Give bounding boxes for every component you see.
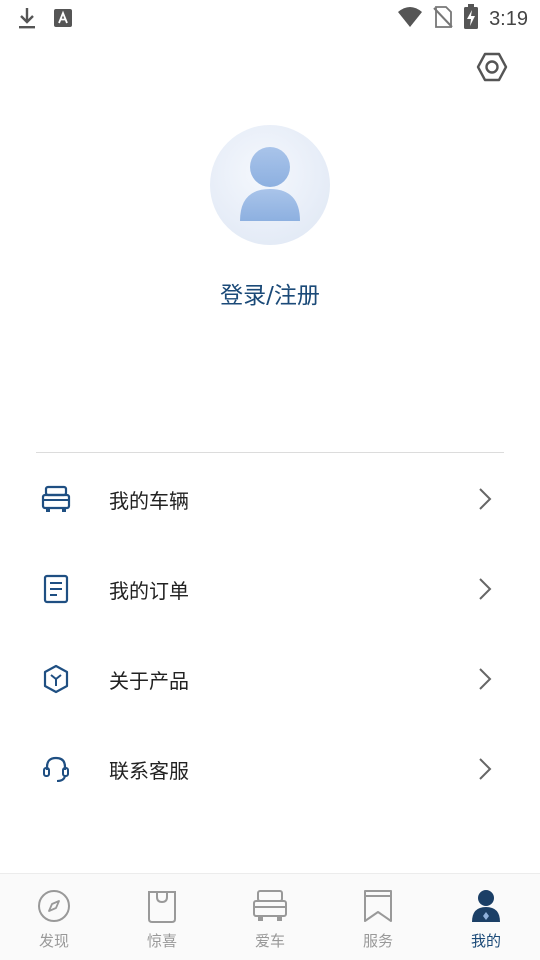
menu-item-label: 我的订单 xyxy=(109,578,189,603)
order-document-icon xyxy=(38,571,74,607)
menu-item-label: 我的车辆 xyxy=(109,488,189,513)
bookmark-icon xyxy=(360,888,396,924)
chevron-right-icon xyxy=(474,755,496,783)
vehicle-icon xyxy=(38,481,74,517)
headset-icon xyxy=(38,751,74,787)
product-cube-icon xyxy=(38,661,74,697)
chevron-right-icon xyxy=(474,575,496,603)
tab-mine[interactable]: 我的 xyxy=(432,874,540,960)
person-icon xyxy=(468,888,504,924)
tab-service[interactable]: 服务 xyxy=(324,874,432,960)
tab-surprise[interactable]: 惊喜 xyxy=(108,874,216,960)
divider xyxy=(36,452,504,453)
text-a-icon xyxy=(54,9,72,31)
menu-item-label: 联系客服 xyxy=(109,758,189,783)
avatar[interactable] xyxy=(210,125,330,245)
no-sim-icon xyxy=(433,5,453,33)
tab-my-car[interactable]: 爱车 xyxy=(216,874,324,960)
chevron-right-icon xyxy=(474,485,496,513)
tab-label: 爱车 xyxy=(254,932,285,950)
compass-icon xyxy=(36,888,72,924)
menu-item-label: 关于产品 xyxy=(109,668,189,693)
download-icon xyxy=(16,6,38,34)
status-bar: 3:19 xyxy=(0,0,540,36)
tab-label: 我的 xyxy=(470,932,501,950)
user-avatar-icon xyxy=(240,147,300,221)
menu-item-contact-support[interactable]: 联系客服 xyxy=(0,724,540,814)
menu-item-about-product[interactable]: 关于产品 xyxy=(0,634,540,724)
wifi-icon xyxy=(397,6,423,32)
menu-item-my-orders[interactable]: 我的订单 xyxy=(0,544,540,634)
car-icon xyxy=(252,888,288,924)
status-time: 3:19 xyxy=(489,7,528,30)
tab-label: 惊喜 xyxy=(146,932,177,950)
settings-hexagon-icon xyxy=(476,51,508,87)
menu-item-my-vehicles[interactable]: 我的车辆 xyxy=(0,454,540,544)
bottom-tab-bar: 发现 惊喜 爱车 服务 我的 xyxy=(0,873,540,960)
login-register-link[interactable]: 登录/注册 xyxy=(0,276,540,310)
chevron-right-icon xyxy=(474,665,496,693)
tab-discover[interactable]: 发现 xyxy=(0,874,108,960)
tab-label: 发现 xyxy=(38,932,69,950)
settings-button[interactable] xyxy=(474,51,510,87)
tab-label: 服务 xyxy=(362,932,393,950)
shopping-bag-icon xyxy=(144,888,180,924)
battery-charging-icon xyxy=(463,4,479,34)
